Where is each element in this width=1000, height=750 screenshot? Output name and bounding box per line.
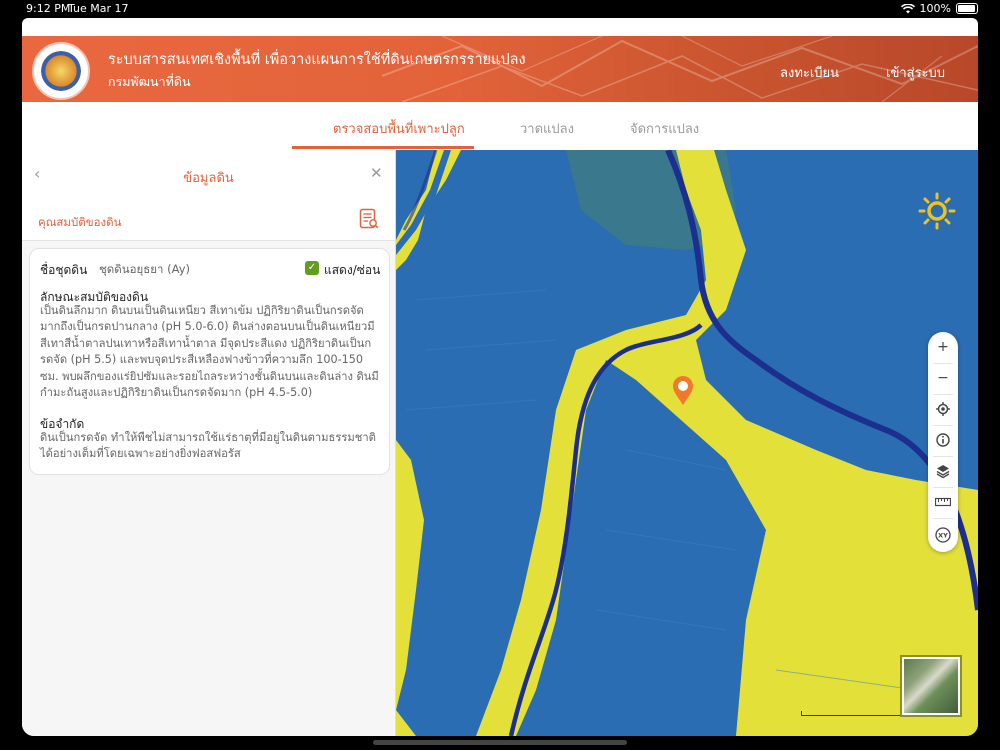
show-hide-checkbox[interactable]: ✓ [305, 261, 319, 275]
department-logo [32, 42, 90, 100]
battery-icon [956, 3, 978, 14]
zoom-out-icon[interactable]: − [928, 363, 958, 393]
soil-properties-section[interactable]: คุณสมบัติของดิน [22, 199, 395, 241]
show-hide-label[interactable]: แสดง/ซ่อน [324, 261, 380, 280]
properties-text: เป็นดินลึกมาก ดินบนเป็นดินเหนียว สีเทาเข… [40, 304, 379, 400]
status-bar: 9:12 PM Tue Mar 17 100% [0, 0, 1000, 18]
app-title: ระบบสารสนเทศเชิงพื้นที่ เพื่อวางแผนการใช… [108, 52, 526, 68]
zoom-in-icon[interactable]: + [928, 332, 958, 362]
map-scale-bar [801, 711, 903, 716]
register-link[interactable]: ลงทะเบียน [780, 62, 839, 83]
tab-draw-plot[interactable]: วาดแปลง [520, 118, 574, 139]
panel-title: ข้อมูลดิน [183, 171, 234, 186]
soil-name-value: ชุดดินอยุธยา (Ay) [99, 262, 190, 276]
map-toolbar: + − XY [928, 332, 958, 552]
home-indicator[interactable] [373, 740, 627, 745]
soil-info-card: ชื่อชุดดิน ชุดดินอยุธยา (Ay) ✓ แสดง/ซ่อน… [29, 248, 390, 475]
status-date: Tue Mar 17 [68, 2, 129, 15]
close-icon[interactable]: ✕ [370, 164, 383, 182]
layers-icon[interactable] [928, 456, 958, 486]
location-pin-icon[interactable] [672, 376, 694, 406]
login-link[interactable]: เข้าสู่ระบบ [886, 62, 945, 83]
basemap-switcher-thumbnail[interactable] [902, 657, 960, 715]
tab-manage-plot[interactable]: จัดการแปลง [630, 118, 699, 139]
soil-info-panel: ‹ ข้อมูลดิน ✕ คุณสมบัติของดิน ชื่อชุดดิน… [22, 150, 396, 736]
soil-map-layer [396, 150, 978, 736]
active-tab-indicator [292, 146, 474, 149]
info-icon[interactable] [928, 425, 958, 455]
report-search-icon[interactable] [359, 208, 379, 230]
battery-percent: 100% [919, 2, 951, 15]
limitation-text: ดินเป็นกรดจัด ทำให้พืชไม่สามารถใช้แร่ธาต… [40, 431, 376, 461]
app-header: ระบบสารสนเทศเชิงพื้นที่ เพื่อวางแผนการใช… [22, 36, 978, 102]
tab-check-cultivation[interactable]: ตรวจสอบพื้นที่เพาะปลูก [333, 118, 465, 139]
map-view[interactable]: + − XY [396, 150, 978, 736]
sun-icon[interactable] [918, 192, 956, 230]
app-subtitle: กรมพัฒนาที่ดิน [108, 74, 191, 89]
section-label: คุณสมบัติของดิน [38, 215, 122, 229]
main-tabs: ตรวจสอบพื้นที่เพาะปลูก วาดแปลง จัดการแปล… [22, 102, 978, 151]
panel-header: ‹ ข้อมูลดิน ✕ [22, 150, 395, 200]
wifi-icon [900, 3, 915, 13]
locate-icon[interactable] [928, 394, 958, 424]
xy-label: XY [938, 532, 948, 540]
ruler-icon[interactable] [928, 487, 958, 517]
soil-name-label: ชื่อชุดดิน [40, 263, 88, 277]
xy-icon[interactable]: XY [928, 520, 958, 550]
status-time: 9:12 PM [26, 2, 71, 15]
app-window: ระบบสารสนเทศเชิงพื้นที่ เพื่อวางแผนการใช… [22, 18, 978, 736]
